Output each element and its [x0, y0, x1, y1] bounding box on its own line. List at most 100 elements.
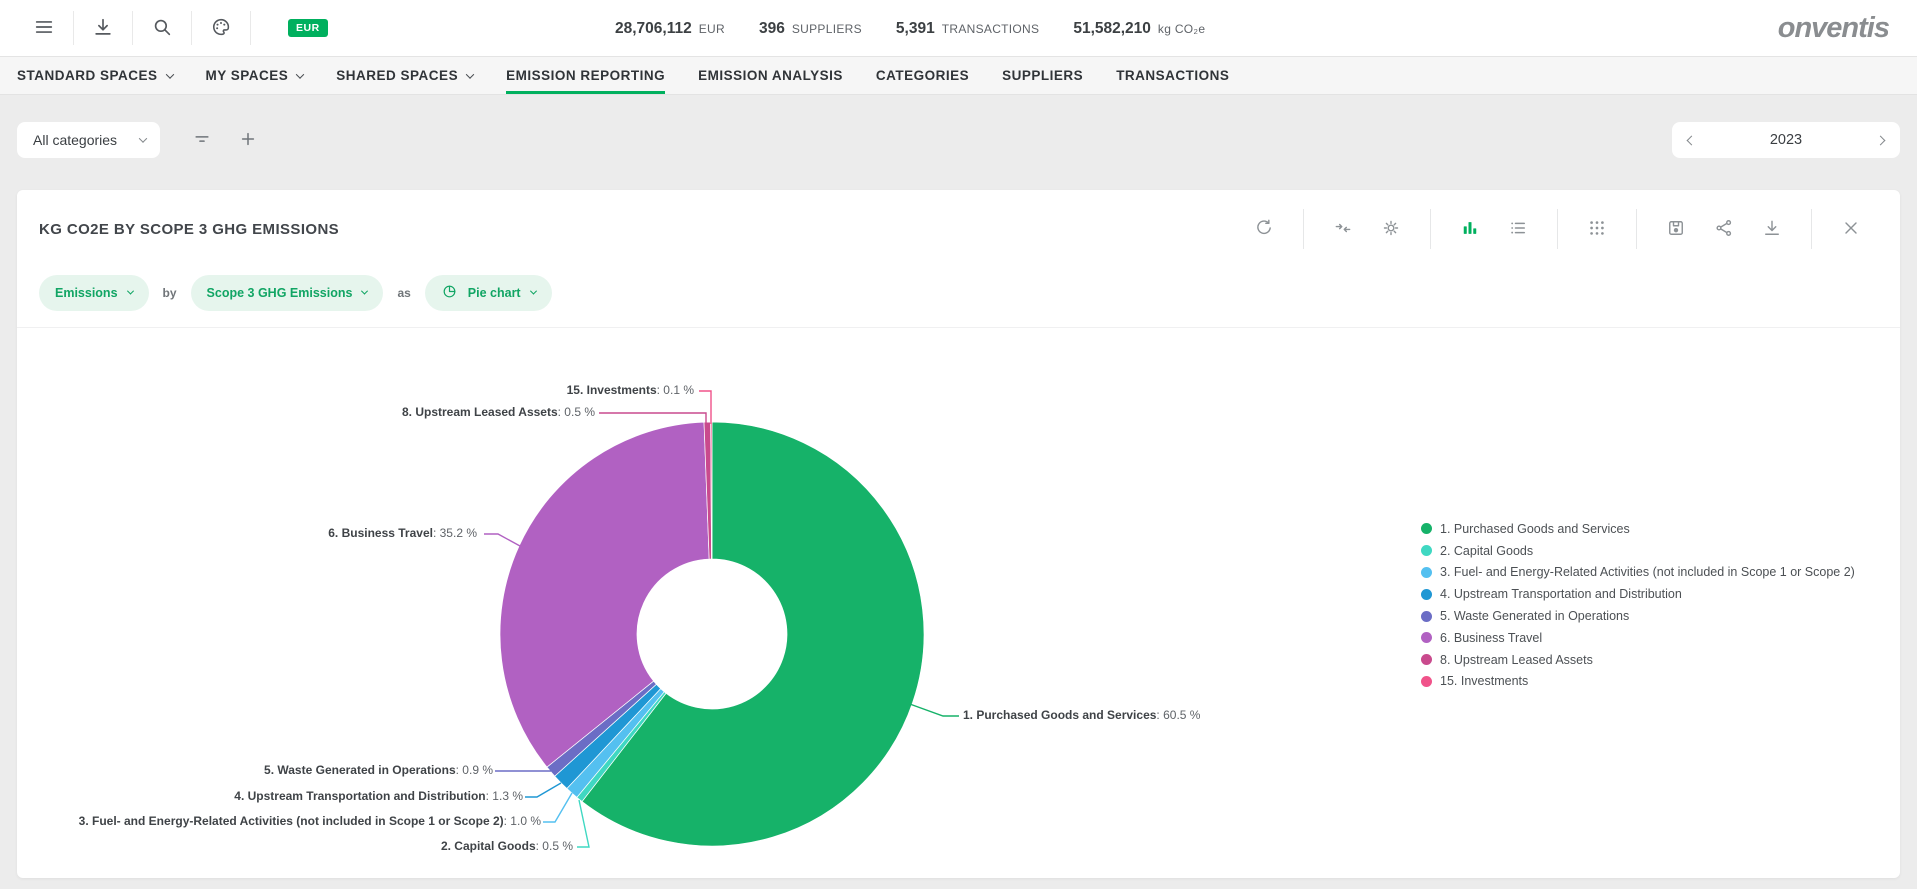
save-button[interactable] — [1665, 218, 1687, 240]
slice-label: 6. Business Travel: 35.2 % — [328, 525, 477, 542]
tab-my-spaces[interactable]: MY SPACES — [206, 57, 304, 94]
stat-unit: TRANSACTIONS — [942, 22, 1040, 36]
divider — [250, 11, 251, 45]
close-button[interactable] — [1840, 218, 1862, 240]
legend-item[interactable]: 6. Business Travel — [1421, 627, 1855, 649]
chevron-down-icon — [165, 70, 173, 78]
leader-line — [484, 534, 520, 546]
gear-icon — [1381, 218, 1401, 241]
measure-dropdown[interactable]: Emissions — [39, 275, 149, 311]
legend-dot-icon — [1421, 523, 1432, 534]
slice-label-value: : 0.5 % — [536, 839, 573, 853]
search-button[interactable] — [148, 14, 176, 42]
card-toolbar — [1253, 209, 1862, 249]
chevron-down-icon — [126, 288, 133, 295]
slice-label-name: 5. Waste Generated in Operations — [264, 763, 456, 777]
stat-unit: kg CO₂e — [1158, 22, 1205, 36]
chevron-down-icon — [139, 134, 147, 142]
slice-label: 2. Capital Goods: 0.5 % — [441, 838, 573, 855]
currency-badge[interactable]: EUR — [288, 19, 328, 38]
theme-button[interactable] — [207, 14, 235, 42]
divider — [1303, 209, 1304, 249]
refresh-button[interactable] — [1253, 218, 1275, 240]
category-select[interactable]: All categories — [17, 122, 160, 158]
list-view-button[interactable] — [1507, 218, 1529, 240]
filter-button[interactable] — [190, 128, 214, 152]
share-icon — [1714, 218, 1734, 241]
slice-label-name: 1. Purchased Goods and Services — [963, 708, 1156, 722]
slice-label: 4. Upstream Transportation and Distribut… — [234, 788, 523, 805]
export-button[interactable] — [1761, 218, 1783, 240]
measure-value: Emissions — [55, 286, 118, 300]
apps-grid-button[interactable] — [1586, 218, 1608, 240]
menu-button[interactable] — [30, 14, 58, 42]
stat-value: 28,706,112 — [615, 20, 692, 38]
legend-label: 4. Upstream Transportation and Distribut… — [1440, 587, 1682, 601]
tab-emission-reporting[interactable]: EMISSION REPORTING — [506, 57, 665, 94]
tab-suppliers[interactable]: SUPPLIERS — [1002, 57, 1083, 94]
stat-total-spend: 28,706,112 EUR — [615, 20, 725, 38]
legend-label: 15. Investments — [1440, 674, 1528, 688]
plus-icon — [238, 129, 258, 152]
slice-label: 3. Fuel- and Energy-Related Activities (… — [79, 813, 541, 830]
legend-dot-icon — [1421, 567, 1432, 578]
card-header: KG CO2E BY SCOPE 3 GHG EMISSIONS — [17, 190, 1900, 268]
legend-item[interactable]: 1. Purchased Goods and Services — [1421, 518, 1855, 540]
tab-emission-analysis[interactable]: EMISSION ANALYSIS — [698, 57, 843, 94]
collapse-arrows-icon — [1333, 218, 1353, 241]
legend-item[interactable]: 3. Fuel- and Energy-Related Activities (… — [1421, 562, 1855, 584]
tab-shared-spaces[interactable]: SHARED SPACES — [336, 57, 473, 94]
share-button[interactable] — [1713, 218, 1735, 240]
stat-value: 51,582,210 — [1073, 20, 1151, 38]
chevron-down-icon — [466, 70, 474, 78]
dimension-dropdown[interactable]: Scope 3 GHG Emissions — [191, 275, 384, 311]
tab-standard-spaces[interactable]: STANDARD SPACES — [17, 57, 173, 94]
divider — [1430, 209, 1431, 249]
download-button[interactable] — [89, 14, 117, 42]
slice-label: 5. Waste Generated in Operations: 0.9 % — [264, 762, 493, 779]
refresh-icon — [1254, 218, 1274, 241]
settings-button[interactable] — [1380, 218, 1402, 240]
legend-item[interactable]: 2. Capital Goods — [1421, 540, 1855, 562]
slice-label-value: : 60.5 % — [1156, 708, 1200, 722]
main-nav: STANDARD SPACES MY SPACES SHARED SPACES … — [0, 57, 1917, 95]
tab-label: STANDARD SPACES — [17, 68, 158, 83]
chevron-down-icon — [361, 288, 368, 295]
divider — [1557, 209, 1558, 249]
slice-label-name: 2. Capital Goods — [441, 839, 536, 853]
chevron-left-icon[interactable] — [1687, 135, 1697, 145]
chart-view-button[interactable] — [1459, 218, 1481, 240]
legend-item[interactable]: 8. Upstream Leased Assets — [1421, 649, 1855, 671]
tab-label: SUPPLIERS — [1002, 68, 1083, 83]
slice-label-name: 3. Fuel- and Energy-Related Activities (… — [79, 814, 504, 828]
filter-bar: All categories 2023 — [0, 95, 1917, 158]
palette-icon — [210, 16, 232, 41]
legend-label: 1. Purchased Goods and Services — [1440, 522, 1630, 536]
slice-label-name: 15. Investments — [567, 383, 657, 397]
divider — [191, 11, 192, 45]
leader-line — [543, 793, 572, 822]
slice-label-name: 8. Upstream Leased Assets — [402, 405, 558, 419]
chevron-right-icon[interactable] — [1876, 135, 1886, 145]
chart-type-dropdown[interactable]: Pie chart — [425, 275, 552, 311]
divider — [1636, 209, 1637, 249]
chart-card: KG CO2E BY SCOPE 3 GHG EMISSIONS — [17, 190, 1900, 878]
category-select-value: All categories — [33, 132, 117, 148]
slice-label: 1. Purchased Goods and Services: 60.5 % — [963, 707, 1200, 724]
divider — [73, 11, 74, 45]
by-label: by — [163, 286, 177, 300]
legend-item[interactable]: 5. Waste Generated in Operations — [1421, 605, 1855, 627]
legend-item[interactable]: 15. Investments — [1421, 671, 1855, 693]
download-icon — [1762, 218, 1782, 241]
legend-label: 5. Waste Generated in Operations — [1440, 609, 1629, 623]
collapse-button[interactable] — [1332, 218, 1354, 240]
tab-categories[interactable]: CATEGORIES — [876, 57, 969, 94]
slice-label: 15. Investments: 0.1 % — [567, 382, 694, 399]
chart-type-value: Pie chart — [468, 286, 521, 300]
tab-transactions[interactable]: TRANSACTIONS — [1116, 57, 1229, 94]
add-widget-button[interactable] — [236, 128, 260, 152]
slice-label-value: : 1.3 % — [486, 789, 523, 803]
legend-label: 8. Upstream Leased Assets — [1440, 653, 1593, 667]
chart-legend: 1. Purchased Goods and Services 2. Capita… — [1421, 518, 1855, 692]
legend-item[interactable]: 4. Upstream Transportation and Distribut… — [1421, 583, 1855, 605]
